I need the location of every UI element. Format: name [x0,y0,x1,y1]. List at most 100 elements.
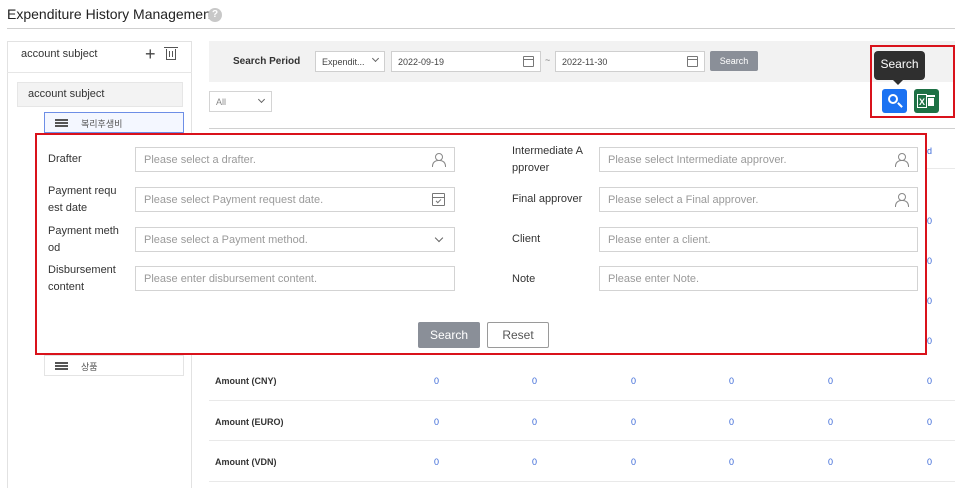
trash-icon[interactable] [164,47,178,60]
payment-request-date-placeholder: Please select Payment request date. [144,194,324,206]
person-icon[interactable] [895,193,909,207]
note-label: Note [512,273,536,285]
drafter-label: Drafter [48,153,82,165]
account-subject-title: account subject [21,48,98,60]
page-title: Expenditure History Management [7,6,215,22]
table-cell: 0 [927,457,933,467]
payment-method-placeholder: Please select a Payment method. [144,234,308,246]
help-icon[interactable]: ? [208,8,222,22]
search-period-label: Search Period [233,56,301,67]
row-divider [209,440,955,441]
drag-handle-icon[interactable] [55,362,68,364]
period-type-value: Expendit... [322,57,365,67]
magnifier-handle [897,102,903,108]
client-label: Client [512,233,541,245]
table-cell: 0 [729,457,735,467]
table-cell: 0 [828,417,834,427]
drag-handle-icon[interactable] [55,119,68,121]
search-tooltip: Search [874,51,925,80]
client-placeholder: Please enter a client. [608,234,711,246]
detail-search-button[interactable] [882,89,907,113]
disbursement-content-field[interactable]: Please enter disbursement content. [135,266,455,291]
label-line: Payment meth [48,225,119,237]
label-line: od [48,242,61,254]
tree-root-account-subject[interactable]: account subject [17,82,183,107]
table-cell: 0 [434,376,440,386]
table-cell: 0 [927,376,933,386]
row-divider [209,481,955,482]
table-cell: 0 [729,417,735,427]
date-to-value: 2022-11-30 [562,57,608,67]
client-field[interactable]: Please enter a client. [599,227,918,252]
label-line: Disbursement [48,264,116,276]
tree-item-label: 상품 [81,362,98,372]
payment-request-date-field[interactable]: Please select Payment request date. [135,187,455,212]
label-line: Intermediate A [512,145,583,157]
date-to-input[interactable]: 2022-11-30 [555,51,705,72]
final-approver-label: Final approver [512,193,583,205]
table-cell: 0 [631,457,637,467]
payment-method-label: Payment meth od [48,223,119,257]
final-approver-field[interactable]: Please select a Final approver. [599,187,918,212]
calendar-icon[interactable] [687,56,698,67]
table-cell: 0 [927,417,933,427]
disbursement-content-placeholder: Please enter disbursement content. [144,273,318,285]
table-cell: 0 [532,417,538,427]
tree-item-goods[interactable]: 상품 [44,355,184,376]
chevron-down-icon [257,95,266,104]
date-from-input[interactable]: 2022-09-19 [391,51,541,72]
table-cell: 0 [828,457,834,467]
label-line: pprover [512,162,550,174]
table-cell: 0 [434,457,440,467]
title-divider [7,28,955,29]
tree-item-welfare[interactable]: 복리후생비 [44,112,184,133]
modal-reset-button[interactable]: Reset [487,322,549,348]
table-cell: 0 [532,376,538,386]
calendar-icon[interactable] [523,56,534,67]
period-type-select[interactable]: Expendit... [315,51,385,72]
final-approver-placeholder: Please select a Final approver. [608,194,759,206]
panel-divider [7,72,192,73]
filter-value: All [216,97,227,107]
tooltip-arrow [892,79,904,85]
chevron-down-icon [434,233,444,243]
table-cell-peek: 0 [927,336,933,346]
table-row-label: Amount (VDN) [215,457,277,467]
table-cell: 0 [631,417,637,427]
calendar-icon[interactable] [432,193,445,206]
table-cell: 0 [828,376,834,386]
excel-download-button[interactable]: X [914,89,939,113]
note-field[interactable]: Please enter Note. [599,266,918,291]
label-line: content [48,281,85,293]
table-row-label: Amount (CNY) [215,376,277,386]
note-placeholder: Please enter Note. [608,273,700,285]
disbursement-content-label: Disbursement content [48,262,116,296]
intermediate-approver-placeholder: Please select Intermediate approver. [608,154,787,166]
table-header-peek: d [927,146,933,156]
label-line: Payment requ [48,185,117,197]
intermediate-approver-label: Intermediate A pprover [512,143,583,177]
table-cell-peek: 0 [927,216,933,226]
modal-search-button[interactable]: Search [418,322,480,348]
plus-icon[interactable]: + [145,45,156,63]
table-cell: 0 [729,376,735,386]
table-cell: 0 [631,376,637,386]
row-divider [209,400,955,401]
label-line: est date [48,202,88,214]
payment-request-date-label: Payment requ est date [48,183,116,217]
table-cell: 0 [434,417,440,427]
tree-item-label: 복리후생비 [81,119,123,129]
table-top-border [209,128,955,129]
person-icon[interactable] [895,153,909,167]
payment-method-select[interactable]: Please select a Payment method. [135,227,455,252]
period-search-button[interactable]: Search [710,51,758,71]
person-icon[interactable] [432,153,446,167]
filter-select[interactable]: All [209,91,272,112]
intermediate-approver-field[interactable]: Please select Intermediate approver. [599,147,918,172]
drafter-field[interactable]: Please select a drafter. [135,147,455,172]
excel-icon: X [917,94,927,108]
drafter-placeholder: Please select a drafter. [144,154,256,166]
table-row-label: Amount (EURO) [215,417,284,427]
table-cell: 0 [532,457,538,467]
chevron-down-icon [371,54,380,63]
